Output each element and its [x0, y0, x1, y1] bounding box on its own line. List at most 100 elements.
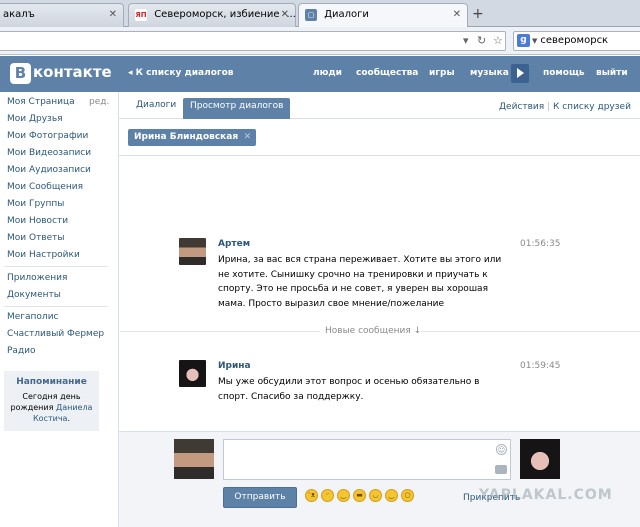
tab-view-dialogs[interactable]: Просмотр диалогов	[183, 98, 291, 119]
avatar[interactable]	[179, 238, 206, 265]
vk-favicon-icon: ▢	[305, 9, 317, 21]
sidebar-item-my-page[interactable]: Моя Страница	[7, 97, 75, 107]
camera-icon[interactable]	[495, 465, 507, 474]
menu-people[interactable]: люди	[313, 68, 342, 78]
sidebar-item-megapolis[interactable]: Мегаполис	[7, 312, 59, 322]
reminder-suffix: .	[67, 414, 70, 423]
tab-dialogs[interactable]: Диалоги	[136, 100, 176, 110]
vk-logo-letter: В	[10, 63, 31, 84]
message-text: Мы уже обсудили этот вопрос и осенью обя…	[218, 377, 480, 402]
back-to-dialogs-link[interactable]: ◂ К списку диалогов	[128, 68, 233, 78]
reminder-birthday: рождения	[10, 403, 54, 412]
reminder-today: Сегодня	[22, 392, 58, 401]
link-separator: |	[547, 102, 551, 112]
browser-tab-2[interactable]: ЯП Североморск, избиение -... ✕	[128, 3, 296, 27]
sidebar-item-videos[interactable]: Мои Видеозаписи	[7, 148, 91, 158]
recipient-chip[interactable]: Ирина Блиндовская ✕	[128, 129, 257, 146]
dialog-actions-links: Действия | К списку друзей	[499, 102, 631, 112]
menu-help[interactable]: помощь	[543, 68, 585, 78]
message-author[interactable]: Ирина	[218, 361, 251, 371]
vk-logo-text: контакте	[33, 63, 112, 81]
vk-logo[interactable]: Вконтакте	[10, 63, 112, 84]
close-icon[interactable]: ✕	[244, 129, 252, 146]
divider-line	[419, 331, 640, 332]
sidebar-item-apps[interactable]: Приложения	[7, 273, 67, 283]
close-icon[interactable]: ✕	[453, 4, 461, 26]
smile-icon[interactable]: ☺	[496, 444, 507, 455]
play-icon[interactable]	[511, 64, 529, 83]
sidebar-item-audios[interactable]: Мои Аудиозаписи	[7, 165, 91, 175]
menu-music[interactable]: музыка	[470, 68, 509, 78]
message-composer: ☺ Отправить ᵔᴥ ᵕ ‿ ▬ ◡ ‿ ○ Прикрепить YA…	[119, 431, 640, 527]
divider-line	[120, 331, 320, 332]
emoji-glasses-icon[interactable]: ○	[401, 489, 414, 502]
birthday-person-last-link[interactable]: Костича	[33, 414, 67, 423]
new-messages-divider: Новые сообщения ↓	[325, 326, 422, 336]
sidebar-divider	[4, 266, 108, 267]
dialog-view: Диалоги Просмотр диалогов Действия | К с…	[118, 92, 640, 527]
birthday-reminder: Напоминание Сегодня день рождения Даниел…	[4, 371, 99, 431]
menu-logout[interactable]: выйти	[596, 68, 628, 78]
friends-list-link[interactable]: К списку друзей	[553, 102, 631, 112]
reminder-text: Сегодня день рождения Даниела Костича.	[4, 391, 99, 424]
sidebar-item-documents[interactable]: Документы	[7, 290, 61, 300]
dialog-tabs: Диалоги Просмотр диалогов Действия | К с…	[119, 92, 640, 119]
chevron-down-icon[interactable]: ▾	[463, 34, 469, 47]
send-button[interactable]: Отправить	[223, 487, 297, 508]
sidebar-item-settings[interactable]: Мои Настройки	[7, 250, 80, 260]
message-author[interactable]: Артем	[218, 239, 250, 249]
chevron-down-icon[interactable]: ▼	[532, 37, 537, 45]
tab-title: акалъ	[3, 9, 35, 20]
sidebar-item-photos[interactable]: Мои Фотографии	[7, 131, 88, 141]
reload-icon[interactable]: ↻	[477, 34, 486, 47]
sidebar-item-answers[interactable]: Мои Ответы	[7, 233, 65, 243]
browser-nav-bar: ▾ ↻ ☆ g ▼ североморск	[0, 27, 640, 55]
actions-link[interactable]: Действия	[499, 102, 544, 112]
recipient-name: Ирина Блиндовская	[134, 132, 239, 142]
sidebar-item-news[interactable]: Мои Новости	[7, 216, 68, 226]
sidebar-item-messages[interactable]: Мои Сообщения	[7, 182, 83, 192]
menu-games[interactable]: игры	[429, 68, 455, 78]
browser-tab-3[interactable]: ▢ Диалоги ✕	[298, 3, 468, 28]
browser-tab-bar: акалъ ✕ ЯП Североморск, избиение -... ✕ …	[0, 0, 640, 28]
avatar[interactable]	[174, 439, 214, 479]
message-input[interactable]: ☺	[223, 439, 511, 480]
sidebar-item-friends[interactable]: Мои Друзья	[7, 114, 63, 124]
chevron-left-icon: ◂	[128, 68, 133, 78]
sidebar-item-radio[interactable]: Радио	[7, 346, 36, 356]
browser-tab-1[interactable]: акалъ ✕	[0, 3, 124, 27]
sidebar-item-groups[interactable]: Мои Группы	[7, 199, 64, 209]
url-field[interactable]: ▾ ↻ ☆	[0, 31, 506, 51]
edit-link[interactable]: ред.	[89, 97, 109, 107]
message-time: 01:56:35	[520, 239, 561, 249]
emoji-tongue-icon[interactable]: ᵕ	[321, 489, 334, 502]
emoji-laugh-icon[interactable]: ᵔᴥ	[305, 489, 318, 502]
yap-favicon-icon: ЯП	[135, 9, 147, 21]
tab-title: Диалоги	[324, 9, 369, 20]
star-icon[interactable]: ☆	[493, 34, 503, 47]
reminder-day: день	[60, 392, 81, 401]
birthday-person-first-link[interactable]: Даниела	[56, 403, 93, 412]
close-icon[interactable]: ✕	[281, 4, 289, 26]
google-icon: g	[517, 34, 530, 47]
tab-title: Североморск, избиение -...	[154, 9, 296, 20]
header-divider	[119, 155, 640, 156]
search-value: североморск	[540, 35, 609, 46]
emoji-smile-icon[interactable]: ◡	[369, 489, 382, 502]
search-input[interactable]: g ▼ североморск	[513, 31, 640, 51]
back-link-label: К списку диалогов	[135, 68, 234, 78]
reminder-title: Напоминание	[16, 377, 87, 387]
sidebar-item-happy-farmer[interactable]: Счастливый Фермер	[7, 329, 104, 339]
new-tab-icon[interactable]: +	[472, 6, 484, 22]
emoji-grin-icon[interactable]: ▬	[353, 489, 366, 502]
watermark: YAPLAKAL.COM	[479, 487, 613, 503]
avatar[interactable]	[520, 439, 560, 479]
message-text: Ирина, за вас вся страна переживает. Хот…	[218, 255, 502, 309]
emoji-blush-icon[interactable]: ‿	[385, 489, 398, 502]
emoji-wink-icon[interactable]: ‿	[337, 489, 350, 502]
message-time: 01:59:45	[520, 361, 561, 371]
menu-communities[interactable]: сообщества	[356, 68, 418, 78]
avatar[interactable]	[179, 360, 206, 387]
close-icon[interactable]: ✕	[109, 4, 117, 26]
sidebar-divider	[4, 306, 108, 307]
